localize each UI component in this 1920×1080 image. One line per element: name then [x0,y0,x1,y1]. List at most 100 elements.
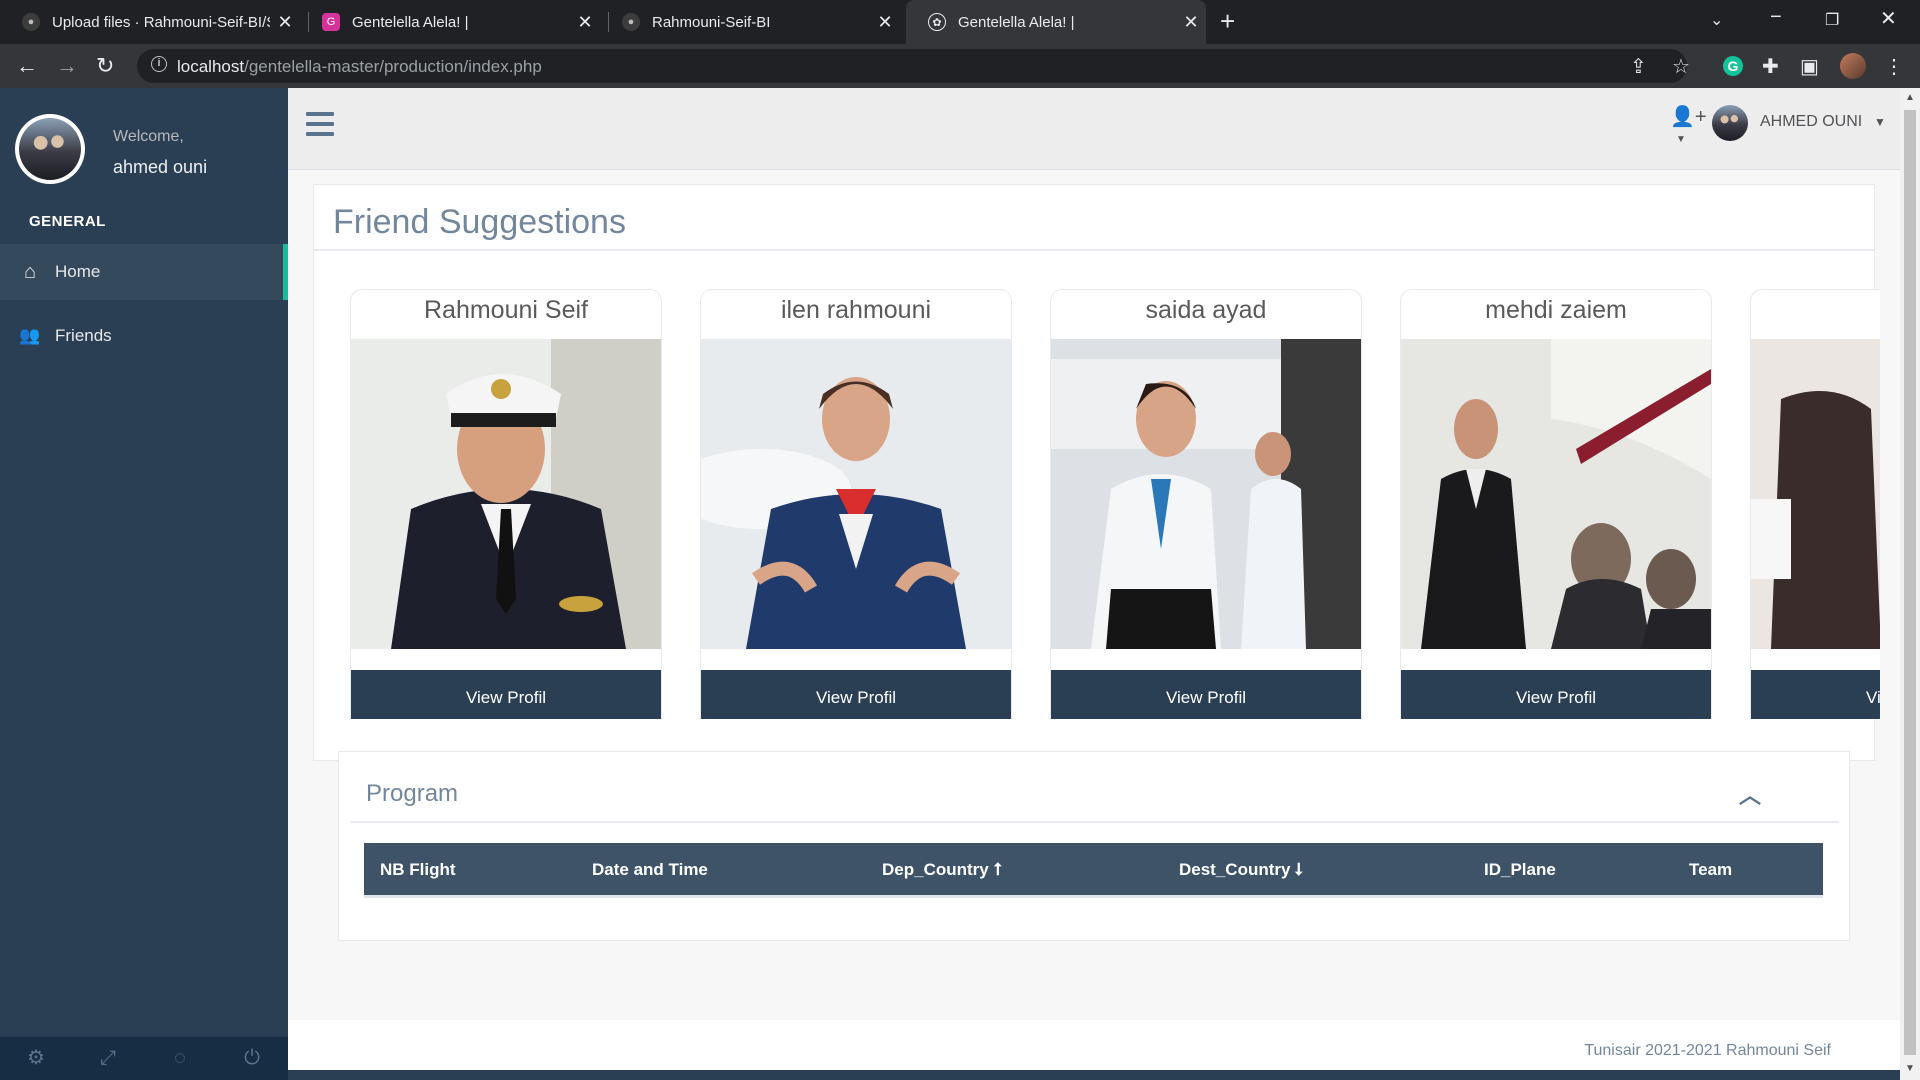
url-host: localhost [177,57,245,76]
tab-title: Upload files · Rahmouni-Seif-BI/S [52,13,270,31]
menu-dots-icon[interactable]: ⋮ [1884,54,1904,79]
friend-card: Jami View Profil [1750,289,1880,719]
browser-profile-avatar[interactable] [1840,53,1866,79]
eye-slash-icon[interactable]: ◌ [144,1037,216,1080]
sidebar-item-label: Home [55,262,101,281]
panel-title: Friend Suggestions [333,203,626,241]
github-icon: ● [22,13,40,31]
tab-search-icon[interactable]: ⌄ [1710,10,1723,30]
close-tab-icon[interactable]: ✕ [1176,12,1206,33]
column-header[interactable]: Team [1689,860,1732,880]
user-avatar[interactable] [1712,105,1748,141]
program-panel: Program ︿ NB Flight Date and Time Dep_Co… [338,751,1850,941]
home-icon: ⌂ [23,260,37,283]
reload-icon[interactable]: ↻ [96,53,114,79]
browser-tab-4-active[interactable]: ✿ Gentelella Alela! | ✕ [906,0,1206,44]
close-tab-icon[interactable]: ✕ [870,12,900,33]
github-icon: ● [622,13,640,31]
fullscreen-icon[interactable]: ⤢ [72,1037,144,1080]
sidebar-section-title: GENERAL [29,213,106,230]
scroll-thumb[interactable] [1904,110,1916,1055]
friend-photo [1401,339,1711,649]
sidebar-item-label: Friends [55,326,112,345]
user-plus-icon[interactable]: 👤+ [1670,104,1707,129]
grammarly-icon[interactable]: G [1723,56,1743,76]
friend-card: Rahmouni Seif View Profil [350,289,662,719]
friend-name: saida ayad [1145,296,1267,324]
browser-tab-1[interactable]: ● Upload files · Rahmouni-Seif-BI/S ✕ [0,0,300,44]
cards-carousel: Rahmouni Seif View Profil ilen rahmouni … [350,289,1880,719]
profile-avatar [15,114,85,184]
column-header[interactable]: Dep_Country ⭡ [882,860,1001,880]
close-tab-icon[interactable]: ✕ [570,12,600,33]
column-header[interactable]: Dest_Country ⭣ [1179,860,1303,880]
tab-title: Rahmouni-Seif-BI [652,13,771,31]
sidebar-item-friends[interactable]: 👥 Friends [0,308,288,364]
main-content: 👤+ ▼ AHMED OUNI ▼ Friend Suggestions Rah… [288,88,1900,1080]
friend-suggestions-panel: Friend Suggestions Rahmouni Seif View Pr… [313,184,1880,761]
tab-title: Gentelella Alela! | [958,13,1075,31]
sidebar-username: ahmed ouni [113,157,208,177]
view-profile-button[interactable]: View Profil [1401,670,1711,719]
footer-text: Tunisair 2021-2021 Rahmouni Seif [1584,1042,1831,1059]
column-header[interactable]: Date and Time [592,860,708,880]
power-icon[interactable]: ⏻ [216,1037,288,1080]
browser-toolbar: ← → ↻ i localhost/gentelella-master/prod… [0,44,1920,88]
chevron-down-icon: ▼ [1676,134,1686,145]
bookmark-star-icon[interactable]: ☆ [1672,54,1690,79]
url-text: localhost/gentelella-master/production/i… [177,57,542,77]
top-navbar: 👤+ ▼ AHMED OUNI ▼ [288,88,1900,170]
extensions-icon[interactable]: ✚ [1762,54,1779,79]
address-bar[interactable]: i localhost/gentelella-master/production… [137,49,1687,83]
friend-card: mehdi zaiem View Profil [1400,289,1712,719]
restore-icon[interactable]: ❐ [1825,10,1839,30]
program-table-header: NB Flight Date and Time Dep_Country ⭡ De… [364,843,1823,898]
view-profile-button[interactable]: View Profil [1751,670,1880,719]
view-profile-button[interactable]: View Profil [1051,670,1361,719]
view-profile-button[interactable]: View Profil [351,670,661,719]
friend-photo [701,339,1011,649]
friend-card: saida ayad View Profil [1050,289,1362,719]
forward-icon[interactable]: → [56,53,78,79]
users-icon: 👥 [19,326,41,345]
column-header[interactable]: ID_Plane [1484,860,1556,880]
sidebar-item-home[interactable]: ⌂ Home [0,244,288,300]
friend-photo [1751,339,1880,649]
browser-tab-2[interactable]: G Gentelella Alela! | ✕ [300,0,600,44]
scroll-up-icon[interactable]: ▲ [1905,92,1915,103]
page-scrollbar[interactable]: ▲ ▼ [1900,88,1920,1080]
scroll-down-icon[interactable]: ▼ [1905,1063,1915,1074]
side-panel-icon[interactable]: ▣ [1800,54,1819,79]
friend-name: Rahmouni Seif [424,296,588,324]
friend-name: mehdi zaiem [1485,296,1627,324]
gentelella-icon: G [322,13,340,31]
url-path: /gentelella-master/production/index.php [244,57,542,76]
chevron-up-icon[interactable]: ︿ [1739,778,1761,810]
friend-name: Jami [1751,296,1881,325]
new-tab-icon[interactable]: + [1220,6,1235,37]
paw-icon: ✿ [928,13,946,31]
close-tab-icon[interactable]: ✕ [270,12,300,33]
column-header[interactable]: NB Flight [380,860,456,880]
welcome-text: Welcome, [113,128,184,145]
friend-photo [1051,339,1361,649]
friend-card: ilen rahmouni View Profil [700,289,1012,719]
gear-icon[interactable]: ⚙ [0,1037,72,1080]
program-title: Program [366,780,459,807]
chevron-down-icon: ▼ [1874,115,1886,129]
browser-tab-bar: ● Upload files · Rahmouni-Seif-BI/S ✕ G … [0,0,1920,44]
close-window-icon[interactable]: ✕ [1880,6,1897,31]
view-profile-button[interactable]: View Profil [701,670,1011,719]
friend-name: ilen rahmouni [780,296,932,324]
friend-photo [351,339,661,649]
site-info-icon[interactable]: i [151,56,167,72]
browser-tab-3[interactable]: ● Rahmouni-Seif-BI ✕ [600,0,900,44]
minimize-icon[interactable]: − [1770,6,1782,29]
user-menu[interactable]: AHMED OUNI [1760,113,1862,131]
tab-title: Gentelella Alela! | [352,13,469,31]
menu-toggle-icon[interactable] [306,112,334,142]
share-icon[interactable]: ⇪ [1630,54,1647,79]
sidebar: Welcome, ahmed ouni GENERAL ⌂ Home 👥 Fri… [0,88,288,1080]
sidebar-footer: ⚙ ⤢ ◌ ⏻ [0,1037,288,1080]
back-icon[interactable]: ← [16,53,38,79]
